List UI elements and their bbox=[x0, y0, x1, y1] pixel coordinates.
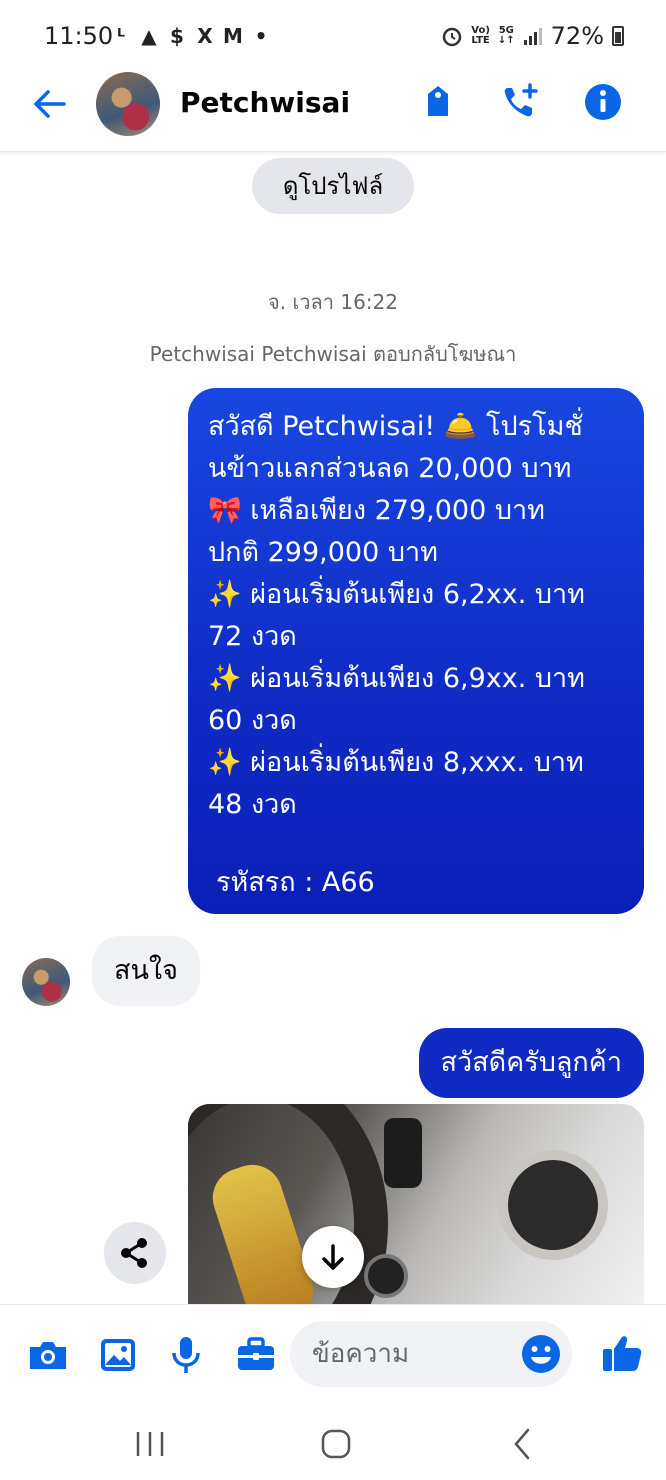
dot-icon: • bbox=[254, 24, 268, 48]
scroll-to-bottom-button[interactable] bbox=[302, 1226, 364, 1288]
add-call-icon[interactable] bbox=[500, 82, 540, 122]
car-interior-photo[interactable] bbox=[188, 1104, 644, 1304]
line-icon: ᴸ bbox=[116, 24, 126, 48]
photo-detail bbox=[498, 1150, 608, 1260]
status-time: 11:50 bbox=[44, 22, 114, 50]
greeting-message-bubble[interactable]: สวัสดีครับลูกค้า bbox=[418, 1028, 644, 1098]
photo-detail bbox=[384, 1118, 422, 1188]
promo-message-bubble[interactable]: สวัสดี Petchwisai! 🛎️ โปรโมชั่ นข้าวแลกส… bbox=[188, 388, 644, 914]
gallery-icon[interactable] bbox=[96, 1333, 140, 1377]
promo-line: ✨ ผ่อนเริ่มต้นเพียง 6,9xx. บาท bbox=[208, 663, 585, 694]
volte-bottom: LTE bbox=[471, 35, 490, 46]
contact-name[interactable]: Petchwisai bbox=[180, 86, 350, 119]
signal-icon bbox=[523, 28, 542, 45]
network-indicator: 5G ↓↑ bbox=[498, 26, 515, 46]
promo-line: สวัสดี Petchwisai! 🛎️ โปรโมชั่ bbox=[208, 411, 583, 442]
nav-back-icon[interactable] bbox=[502, 1426, 542, 1462]
home-icon[interactable] bbox=[316, 1426, 356, 1462]
photo-detail bbox=[364, 1254, 408, 1298]
thumbs-up-icon[interactable] bbox=[600, 1331, 644, 1375]
promo-line: นข้าวแลกส่วนลด 20,000 บาท bbox=[208, 453, 572, 484]
promo-line: 72 งวด bbox=[208, 621, 297, 652]
system-indicators: Vo) LTE 5G ↓↑ 72% bbox=[441, 22, 624, 50]
promo-line: 60 งวด bbox=[208, 705, 297, 736]
x-icon: X bbox=[197, 24, 213, 48]
promo-line: 48 งวด bbox=[208, 789, 297, 820]
conversation-header: Petchwisai bbox=[0, 72, 666, 152]
microphone-icon[interactable] bbox=[164, 1333, 208, 1377]
briefcase-icon[interactable] bbox=[234, 1333, 278, 1377]
contact-avatar[interactable] bbox=[96, 72, 160, 136]
notification-icons: ᴸ ▲ $ X M • bbox=[110, 24, 272, 48]
m-icon: M bbox=[223, 24, 243, 48]
tag-icon[interactable] bbox=[418, 82, 458, 122]
battery-percent: 72% bbox=[550, 22, 604, 50]
promo-line: ✨ ผ่อนเริ่มต้นเพียง 8,xxx. บาท bbox=[208, 747, 584, 778]
status-bar: 11:50 ᴸ ▲ $ X M • Vo) LTE 5G ↓↑ 72% bbox=[0, 0, 666, 72]
share-icon bbox=[121, 1238, 147, 1268]
back-arrow-icon[interactable] bbox=[30, 86, 70, 122]
emoji-icon[interactable] bbox=[520, 1333, 562, 1375]
message-composer bbox=[0, 1304, 666, 1404]
shop-icon: $ bbox=[170, 24, 184, 48]
camera-icon[interactable] bbox=[26, 1333, 70, 1377]
recent-apps-icon[interactable] bbox=[130, 1426, 170, 1462]
promo-line: ✨ ผ่อนเริ่มต้นเพียง 6,2xx. บาท bbox=[208, 579, 585, 610]
promo-car-code: รหัสรถ : A66 bbox=[216, 867, 375, 898]
arrow-down-icon bbox=[322, 1244, 344, 1270]
warning-icon: ▲ bbox=[141, 24, 157, 48]
system-nav-bar bbox=[0, 1404, 666, 1480]
promo-line: ปกติ 299,000 บาท bbox=[208, 537, 438, 568]
ad-reply-note: Petchwisai Petchwisai ตอบกลับโฆษณา bbox=[149, 342, 517, 366]
alarm-icon bbox=[443, 27, 462, 47]
view-profile-button[interactable]: ดูโปรไฟล์ bbox=[252, 158, 414, 214]
battery-icon bbox=[612, 26, 624, 46]
message-timestamp: จ. เวลา 16:22 bbox=[268, 290, 398, 314]
sender-avatar[interactable] bbox=[22, 958, 70, 1006]
share-button[interactable] bbox=[104, 1222, 166, 1284]
network-activity: ↓↑ bbox=[497, 35, 515, 46]
promo-line: 🎀 เหลือเพียง 279,000 บาท bbox=[208, 495, 545, 526]
info-icon[interactable] bbox=[583, 82, 623, 122]
incoming-message-bubble[interactable]: สนใจ bbox=[92, 936, 200, 1006]
volte-indicator: Vo) LTE bbox=[471, 26, 490, 46]
